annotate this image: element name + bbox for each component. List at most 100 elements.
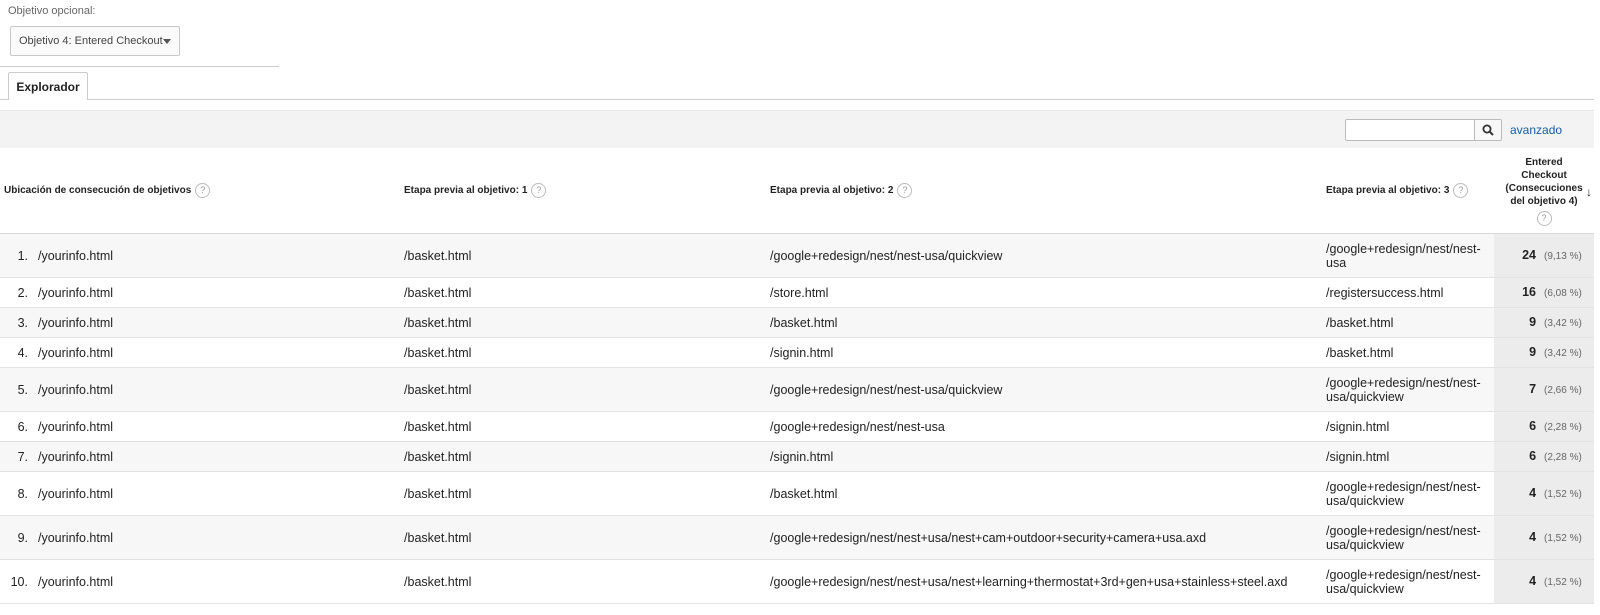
row-index: 7.	[0, 441, 34, 472]
cell-step2[interactable]: /store.html	[766, 277, 1323, 308]
help-icon[interactable]: ?	[531, 183, 547, 198]
cell-step1[interactable]: /basket.html	[400, 367, 767, 412]
cell-metric: 4 (1,52 %)	[1494, 559, 1595, 604]
row-index: 4.	[0, 337, 34, 368]
cell-step3[interactable]: /google+redesign/nest/nest-usa	[1322, 233, 1495, 278]
cell-step1[interactable]: /basket.html	[400, 411, 767, 442]
table-row: 7./yourinfo.html/basket.html/signin.html…	[0, 441, 1595, 472]
table-row: 10./yourinfo.html/basket.html/google+red…	[0, 559, 1595, 604]
table-row: 5./yourinfo.html/basket.html/google+rede…	[0, 367, 1595, 412]
cell-location[interactable]: /yourinfo.html	[34, 441, 401, 472]
metric-value: 6	[1529, 448, 1537, 463]
cell-step3[interactable]: /basket.html	[1322, 307, 1495, 338]
cell-step2[interactable]: /basket.html	[766, 307, 1323, 338]
metric-value: 4	[1529, 529, 1537, 544]
metric-percent: (1,52 %)	[1544, 532, 1582, 544]
table-header-row: Ubicación de consecución de objetivos? E…	[0, 148, 1595, 234]
metric-value: 6	[1529, 418, 1537, 433]
cell-step3[interactable]: /signin.html	[1322, 411, 1495, 442]
tab-underline	[0, 99, 1594, 100]
cell-step3[interactable]: /google+redesign/nest/nest-usa/quickview	[1322, 367, 1495, 412]
cell-metric: 24 (9,13 %)	[1494, 233, 1595, 278]
cell-location[interactable]: /yourinfo.html	[34, 307, 401, 338]
goal-select-value: Objetivo 4: Entered Checkout	[19, 35, 163, 47]
row-index: 1.	[0, 233, 34, 278]
cell-step1[interactable]: /basket.html	[400, 307, 767, 338]
table-search-input[interactable]	[1345, 119, 1475, 141]
cell-metric: 16 (6,08 %)	[1494, 277, 1595, 308]
cell-step1[interactable]: /basket.html	[400, 337, 767, 368]
divider	[0, 66, 279, 67]
cell-metric: 9 (3,42 %)	[1494, 307, 1595, 338]
metric-value: 4	[1529, 573, 1537, 588]
metric-percent: (6,08 %)	[1544, 287, 1582, 299]
metric-percent: (3,42 %)	[1544, 317, 1582, 329]
cell-metric: 4 (1,52 %)	[1494, 471, 1595, 516]
table-toolbar: avanzado	[0, 110, 1594, 150]
metric-percent: (2,66 %)	[1544, 384, 1582, 396]
cell-step2[interactable]: /google+redesign/nest/nest-usa/quickview	[766, 233, 1323, 278]
cell-step2[interactable]: /google+redesign/nest/nest+usa/nest+cam+…	[766, 515, 1323, 560]
metric-value: 4	[1529, 485, 1537, 500]
advanced-link[interactable]: avanzado	[1510, 123, 1562, 137]
table-row: 9./yourinfo.html/basket.html/google+rede…	[0, 515, 1595, 560]
cell-step2[interactable]: /signin.html	[766, 441, 1323, 472]
cell-location[interactable]: /yourinfo.html	[34, 337, 401, 368]
metric-value: 9	[1529, 314, 1537, 329]
cell-location[interactable]: /yourinfo.html	[34, 515, 401, 560]
goal-path-table: Ubicación de consecución de objetivos? E…	[0, 148, 1595, 604]
help-icon[interactable]: ?	[1453, 183, 1469, 198]
cell-location[interactable]: /yourinfo.html	[34, 471, 401, 516]
metric-percent: (1,52 %)	[1544, 488, 1582, 500]
metric-value: 16	[1522, 284, 1537, 299]
cell-location[interactable]: /yourinfo.html	[34, 559, 401, 604]
optional-goal-label: Objetivo opcional:	[8, 5, 96, 17]
cell-step1[interactable]: /basket.html	[400, 441, 767, 472]
cell-step3[interactable]: /google+redesign/nest/nest-usa/quickview	[1322, 515, 1495, 560]
sort-down-icon[interactable]: ↓	[1586, 186, 1592, 199]
cell-step1[interactable]: /basket.html	[400, 277, 767, 308]
cell-step3[interactable]: /signin.html	[1322, 441, 1495, 472]
cell-step2[interactable]: /signin.html	[766, 337, 1323, 368]
row-index: 8.	[0, 471, 34, 516]
tab-explorer[interactable]: Explorador	[8, 72, 88, 100]
table-row: 8./yourinfo.html/basket.html/basket.html…	[0, 471, 1595, 516]
row-index: 10.	[0, 559, 34, 604]
cell-location[interactable]: /yourinfo.html	[34, 277, 401, 308]
metric-value: 24	[1522, 247, 1537, 262]
cell-metric: 4 (1,52 %)	[1494, 515, 1595, 560]
col-header-step1[interactable]: Etapa previa al objetivo: 1?	[400, 148, 767, 234]
cell-step3[interactable]: /google+redesign/nest/nest-usa/quickview	[1322, 559, 1495, 604]
cell-step1[interactable]: /basket.html	[400, 471, 767, 516]
metric-percent: (9,13 %)	[1544, 250, 1582, 262]
cell-step3[interactable]: /registersuccess.html	[1322, 277, 1495, 308]
metric-percent: (2,28 %)	[1544, 421, 1582, 433]
cell-location[interactable]: /yourinfo.html	[34, 411, 401, 442]
help-icon[interactable]: ?	[195, 183, 211, 198]
table-row: 6./yourinfo.html/basket.html/google+rede…	[0, 411, 1595, 442]
cell-metric: 7 (2,66 %)	[1494, 367, 1595, 412]
help-icon[interactable]: ?	[897, 183, 913, 198]
cell-metric: 9 (3,42 %)	[1494, 337, 1595, 368]
goal-select[interactable]: Objetivo 4: Entered Checkout	[10, 26, 180, 56]
cell-step3[interactable]: /basket.html	[1322, 337, 1495, 368]
row-index: 5.	[0, 367, 34, 412]
cell-step2[interactable]: /google+redesign/nest/nest+usa/nest+lear…	[766, 559, 1323, 604]
cell-step1[interactable]: /basket.html	[400, 515, 767, 560]
col-header-location[interactable]: Ubicación de consecución de objetivos?	[0, 148, 401, 234]
cell-step2[interactable]: /google+redesign/nest/nest-usa/quickview	[766, 367, 1323, 412]
cell-step3[interactable]: /google+redesign/nest/nest-usa/quickview	[1322, 471, 1495, 516]
col-header-step3[interactable]: Etapa previa al objetivo: 3?	[1322, 148, 1495, 234]
col-header-step2[interactable]: Etapa previa al objetivo: 2?	[766, 148, 1323, 234]
col-header-metric[interactable]: Entered Checkout (Consecuciones del obje…	[1494, 148, 1595, 234]
cell-step2[interactable]: /google+redesign/nest/nest-usa	[766, 411, 1323, 442]
table-row: 2./yourinfo.html/basket.html/store.html /…	[0, 277, 1595, 308]
cell-location[interactable]: /yourinfo.html	[34, 367, 401, 412]
cell-location[interactable]: /yourinfo.html	[34, 233, 401, 278]
row-index: 2.	[0, 277, 34, 308]
help-icon[interactable]: ?	[1536, 210, 1552, 226]
cell-step2[interactable]: /basket.html	[766, 471, 1323, 516]
cell-step1[interactable]: /basket.html	[400, 559, 767, 604]
cell-step1[interactable]: /basket.html	[400, 233, 767, 278]
search-button[interactable]	[1474, 119, 1502, 141]
